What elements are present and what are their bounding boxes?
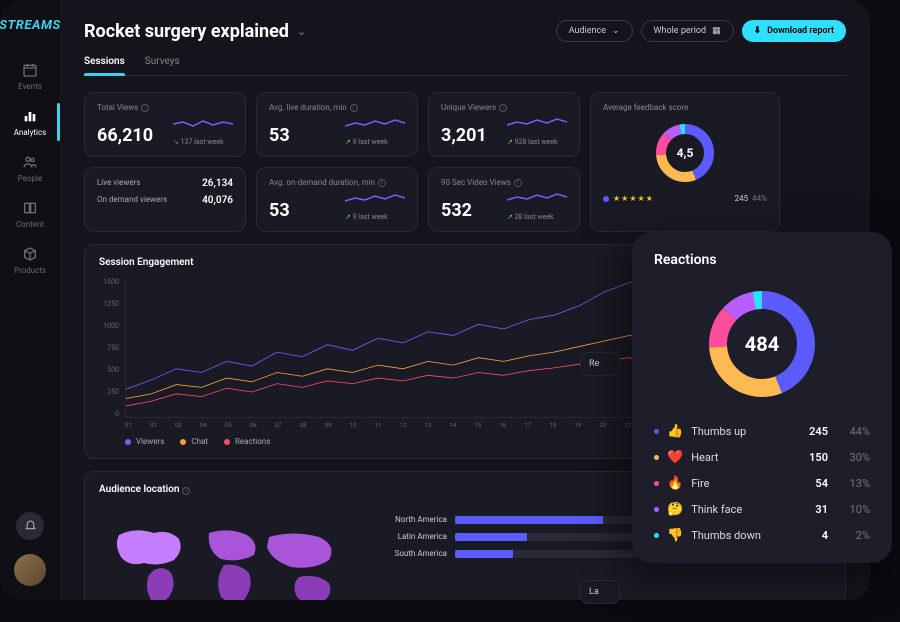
sparkline xyxy=(173,116,233,134)
sparkline xyxy=(345,191,405,209)
nav-products[interactable]: Products xyxy=(6,237,54,283)
partial-card-la: La xyxy=(580,580,620,604)
tab-sessions[interactable]: Sessions xyxy=(84,56,125,75)
nav-events[interactable]: Events xyxy=(6,53,54,99)
reaction-emoji: ❤️ xyxy=(667,450,683,465)
reaction-emoji: 👍 xyxy=(667,424,683,439)
reaction-row: ❤️Heart15030% xyxy=(654,450,870,465)
box-icon xyxy=(21,245,39,263)
download-icon: ⬇ xyxy=(754,26,762,36)
nav-content[interactable]: Content xyxy=(6,191,54,237)
nav-analytics[interactable]: Analytics xyxy=(6,99,54,145)
card-avg-live: Avg. live duration, mini 53 9 last week xyxy=(256,92,418,157)
people-icon xyxy=(21,153,39,171)
audience-filter[interactable]: Audience⌄ xyxy=(556,20,633,42)
card-video-views: 90 Sec Video Viewsi 532 28 last week xyxy=(428,167,580,232)
avg-live-value: 53 xyxy=(269,125,290,146)
period-filter[interactable]: Whole period▦ xyxy=(641,20,734,42)
bars-icon xyxy=(21,107,39,125)
logo: STREAMS xyxy=(0,18,61,33)
card-total-views: Total Viewsi 66,210 137 last week xyxy=(84,92,246,157)
download-report-button[interactable]: ⬇Download report xyxy=(742,20,846,42)
chevron-down-icon: ⌄ xyxy=(612,26,620,36)
content-icon xyxy=(21,199,39,217)
tabs: Sessions Surveys xyxy=(84,56,846,76)
calendar-icon: ▦ xyxy=(712,26,721,36)
notifications-button[interactable] xyxy=(16,512,44,540)
total-views-value: 66,210 xyxy=(97,125,153,146)
reaction-row: 🤔Think face3110% xyxy=(654,502,870,517)
info-icon[interactable]: i xyxy=(378,179,386,187)
info-icon[interactable]: i xyxy=(350,104,358,112)
reactions-panel: Reactions 484 👍Thumbs up24544%❤️Heart150… xyxy=(632,232,892,563)
reaction-row: 🔥Fire5413% xyxy=(654,476,870,491)
sidebar: STREAMS EventsAnalyticsPeopleContentProd… xyxy=(0,0,60,600)
user-avatar[interactable] xyxy=(14,554,46,586)
reaction-emoji: 🔥 xyxy=(667,476,683,491)
nav-people[interactable]: People xyxy=(6,145,54,191)
card-feedback: Average feedback score 4,5 xyxy=(590,92,780,232)
card-unique: Unique Viewersi 3,201 928 last week xyxy=(428,92,580,157)
world-map xyxy=(99,515,359,600)
sparkline xyxy=(345,116,405,134)
info-icon[interactable]: i xyxy=(499,104,507,112)
reaction-row: 👎Thumbs down42% xyxy=(654,528,870,543)
avg-od-value: 53 xyxy=(269,200,290,221)
card-avg-od: Avg. on-demand duration, mini 53 9 last … xyxy=(256,167,418,232)
info-icon[interactable]: i xyxy=(182,487,190,495)
star-rating: ★★★★★ xyxy=(613,194,654,203)
calendar-icon xyxy=(21,61,39,79)
info-icon[interactable]: i xyxy=(141,104,149,112)
reaction-emoji: 🤔 xyxy=(667,502,683,517)
tab-surveys[interactable]: Surveys xyxy=(145,56,180,75)
reaction-emoji: 👎 xyxy=(667,528,683,543)
page-title: Rocket surgery explained xyxy=(84,21,289,42)
reaction-row: 👍Thumbs up24544% xyxy=(654,424,870,439)
page-header: Rocket surgery explained ⌄ Audience⌄ Who… xyxy=(84,20,846,42)
unique-value: 3,201 xyxy=(441,125,487,146)
partial-card-re: Re xyxy=(580,352,620,376)
title-dropdown-icon[interactable]: ⌄ xyxy=(297,25,306,38)
info-icon[interactable]: i xyxy=(514,179,522,187)
sparkline xyxy=(507,116,567,134)
sparkline xyxy=(507,191,567,209)
feedback-donut: 4,5 xyxy=(652,120,718,186)
stat-cards: Total Viewsi 66,210 137 last week Avg. l… xyxy=(84,92,846,232)
reactions-donut: 484 xyxy=(702,284,822,404)
card-viewers-split: Live viewers26,134 On demand viewers40,0… xyxy=(84,167,246,232)
video-views-value: 532 xyxy=(441,200,472,221)
